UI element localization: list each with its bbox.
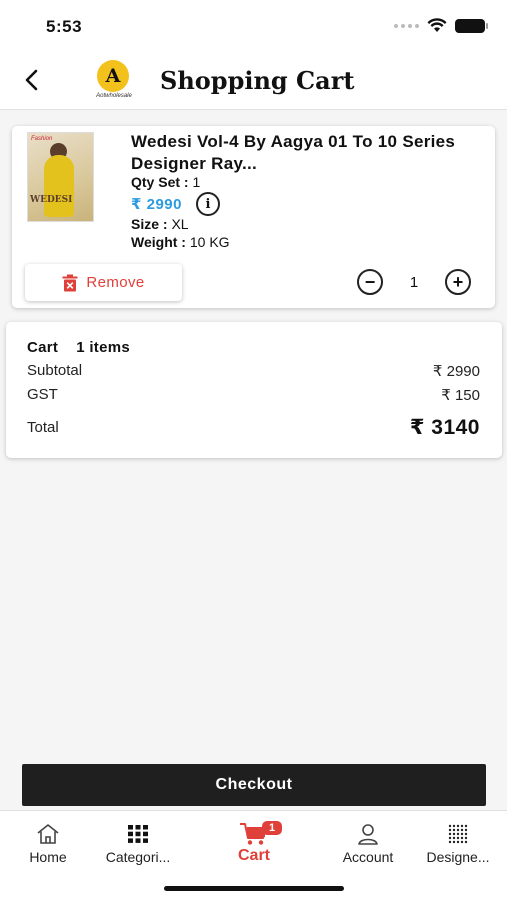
size-value: XL (171, 216, 189, 232)
gst-label: GST (27, 386, 58, 403)
tab-designers[interactable]: Designe... (410, 823, 506, 865)
gst-value: ₹ 150 (441, 387, 480, 404)
tab-designers-label: Designe... (426, 849, 490, 865)
battery-icon (455, 18, 488, 33)
quantity-value: 1 (409, 273, 419, 291)
summary-header: Cart 1 items (27, 339, 130, 356)
remove-label: Remove (86, 274, 145, 291)
items-count: 1 items (76, 339, 131, 356)
subtotal-value: ₹ 2990 (432, 363, 480, 380)
tab-account[interactable]: Account (320, 823, 416, 865)
price-row: ₹ 2990 i (131, 192, 220, 216)
tab-home[interactable]: Home (0, 823, 96, 865)
total-label: Total (27, 419, 59, 436)
tab-categories[interactable]: Categori... (90, 823, 186, 865)
thumbnail-model-dress (44, 155, 74, 217)
total-value: ₹ 3140 (409, 416, 480, 439)
home-icon (37, 824, 59, 844)
status-bar: 5:53 (0, 0, 507, 50)
product-price: ₹ 2990 (131, 196, 182, 213)
order-summary-card: Cart 1 items Subtotal ₹ 2990 GST ₹ 150 To… (6, 322, 502, 458)
increase-quantity-button[interactable]: + (445, 269, 471, 295)
app-logo: A Aotwholesale (94, 60, 134, 102)
product-thumbnail[interactable]: Fashion WEDESI (27, 132, 94, 222)
grid-icon (128, 825, 148, 843)
decrease-quantity-button[interactable]: − (357, 269, 383, 295)
thumbnail-tag: Fashion (31, 136, 53, 142)
qty-set-row: Qty Set : 1 (131, 174, 200, 190)
qty-set-value: 1 (192, 174, 201, 190)
logo-mark: A (97, 60, 129, 92)
total-row: Total ₹ 3140 (27, 415, 480, 440)
back-button[interactable] (18, 64, 46, 96)
tab-account-label: Account (342, 849, 394, 865)
tab-categories-label: Categori... (105, 849, 171, 865)
user-icon (358, 824, 378, 845)
remove-button[interactable]: Remove (25, 264, 182, 301)
qty-set-label: Qty Set : (131, 174, 189, 190)
chevron-left-icon (25, 69, 38, 91)
size-label: Size : (131, 216, 168, 232)
status-icons (394, 18, 488, 33)
home-indicator (164, 886, 344, 891)
tab-cart[interactable]: 1 Cart (206, 821, 302, 865)
tab-cart-label: Cart (237, 847, 270, 864)
signal-dots-icon (394, 23, 419, 28)
cart-badge: 1 (262, 821, 283, 835)
status-time: 5:53 (46, 17, 83, 36)
subtotal-label: Subtotal (27, 362, 83, 379)
subtotal-row: Subtotal ₹ 2990 (27, 362, 480, 380)
cart-item-card: Fashion WEDESI Wedesi Vol-4 By Aagya 01 … (12, 126, 495, 308)
quantity-stepper: − 1 + (357, 269, 471, 295)
info-icon[interactable]: i (195, 192, 220, 216)
size-row: Size : XL (131, 216, 189, 232)
page-title: Shopping Cart (160, 66, 355, 95)
app-header: A Aotwholesale Shopping Cart (0, 50, 507, 110)
weight-row: Weight : 10 KG (131, 234, 230, 250)
weight-value: 10 KG (189, 234, 230, 250)
thumbnail-brand: WEDESI (30, 195, 73, 205)
trash-icon (62, 274, 78, 291)
cart-label: Cart (27, 339, 59, 356)
tab-home-label: Home (29, 849, 67, 865)
gst-row: GST ₹ 150 (27, 386, 480, 404)
logo-subtext: Aotwholesale (96, 93, 132, 99)
weight-label: Weight : (131, 234, 186, 250)
dots-grid-icon (448, 824, 468, 844)
wifi-icon (427, 18, 447, 32)
checkout-button[interactable]: Checkout (22, 764, 486, 806)
product-title[interactable]: Wedesi Vol-4 By Aagya 01 To 10 Series De… (131, 131, 481, 175)
